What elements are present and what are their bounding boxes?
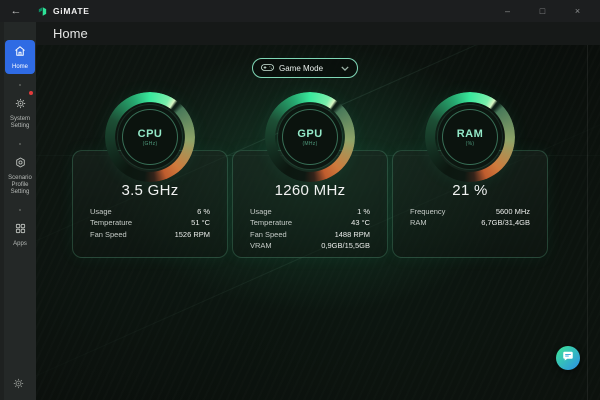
sidebar-item-home[interactable]: Home: [5, 40, 35, 74]
stat-row: Temperature 51 °C: [90, 217, 210, 228]
stat-row: Frequency 5600 MHz: [410, 206, 530, 217]
stat-value: 1 %: [357, 207, 370, 216]
mode-selector-dropdown[interactable]: Game Mode: [252, 58, 358, 78]
sidebar-item-label: Scenario Profile Setting: [8, 175, 32, 195]
maximize-button[interactable]: □: [525, 0, 560, 22]
gauge-name: CPU: [137, 127, 163, 140]
back-button[interactable]: ←: [0, 0, 32, 22]
minimize-button[interactable]: –: [490, 0, 525, 22]
chat-bubble-icon: [562, 349, 574, 367]
stat-row: Temperature 43 °C: [250, 217, 370, 228]
stat-rows: Usage 1 % Temperature 43 °C Fan Speed 1488 RP…: [250, 206, 370, 252]
gauge-unit: (MHz): [302, 140, 318, 147]
sidebar-settings-button[interactable]: [0, 376, 36, 394]
stat-label: VRAM: [250, 241, 272, 251]
cpu-gauge: CPU (GHz): [105, 92, 195, 182]
stat-row: VRAM 0,9GB/15,5GB: [250, 240, 370, 251]
gpu-gauge: GPU (MHz): [265, 92, 355, 182]
gear-icon: [15, 96, 26, 114]
sidebar-separator-dot: [19, 209, 21, 211]
ram-value: 21 %: [452, 182, 488, 199]
stat-value: 1488 RPM: [334, 229, 370, 239]
stat-value: 43 °C: [351, 218, 370, 228]
page-header: Home: [36, 22, 600, 45]
stat-label: Usage: [90, 207, 112, 216]
scrollbar-track[interactable]: [587, 45, 588, 400]
home-icon: [14, 44, 26, 62]
gpu-value: 1260 MHz: [274, 182, 346, 199]
sidebar-separator-dot: [19, 84, 21, 86]
stat-row: Usage 1 %: [250, 206, 370, 217]
apps-grid-icon: [15, 221, 26, 239]
sidebar-item-system-setting[interactable]: System Setting: [5, 91, 35, 133]
gauge-label: CPU (GHz): [122, 109, 178, 165]
dashboard: Game Mode 3.5 GHz Usage 6 % Temperature 51 …: [36, 45, 600, 400]
stat-label: Temperature: [250, 218, 293, 228]
ram-gauge: RAM (%): [425, 92, 515, 182]
app-body: Home System Setting Scenario Profile Set…: [0, 22, 600, 400]
sidebar-item-scenario-profile-setting[interactable]: Scenario Profile Setting: [5, 151, 35, 199]
cpu-value: 3.5 GHz: [121, 182, 179, 199]
stat-row: Usage 6 %: [90, 206, 210, 217]
stat-rows: Frequency 5600 MHz RAM 6,7GB/31,4GB: [410, 206, 530, 229]
chat-fab-button[interactable]: [556, 346, 580, 370]
main-content: Home Game Mode 3.5 GHz Usage 6 % Tempera…: [36, 22, 600, 400]
stat-value: 1526 RPM: [174, 229, 210, 239]
gauge-label: RAM (%): [442, 109, 498, 165]
sidebar-item-label: Home: [11, 64, 28, 70]
chevron-down-icon: [341, 65, 349, 71]
sidebar-item-label: System Setting: [9, 116, 30, 129]
page-title: Home: [53, 26, 88, 41]
scenario-gear-icon: [15, 155, 26, 173]
gauge-name: RAM: [456, 127, 484, 140]
stat-label: Fan Speed: [90, 229, 127, 239]
stat-rows: Usage 6 % Temperature 51 °C Fan Speed 1526 RP…: [90, 206, 210, 240]
stat-row: Fan Speed 1488 RPM: [250, 229, 370, 240]
gauge-label: GPU (MHz): [282, 109, 338, 165]
settings-gear-icon: [13, 376, 24, 394]
notification-badge: [29, 91, 33, 95]
mode-selector-label: Game Mode: [279, 63, 324, 73]
stat-label: Frequency: [410, 207, 446, 216]
stat-row: Fan Speed 1526 RPM: [90, 229, 210, 240]
app-window: ← GiMATE – □ × Home System Setting Scena…: [0, 0, 600, 400]
gamepad-icon: [261, 59, 274, 77]
gauge-unit: (GHz): [142, 140, 158, 147]
stat-row: RAM 6,7GB/31,4GB: [410, 217, 530, 228]
gauge-unit: (%): [465, 140, 475, 147]
stat-value: 51 °C: [191, 218, 210, 228]
titlebar: ← GiMATE – □ ×: [0, 0, 600, 22]
sidebar-separator-dot: [19, 143, 21, 145]
sidebar: Home System Setting Scenario Profile Set…: [0, 22, 36, 400]
stat-value: 6 %: [197, 207, 210, 216]
stat-label: Usage: [250, 207, 272, 216]
sidebar-item-apps[interactable]: Apps: [5, 217, 35, 251]
stat-value: 5600 MHz: [495, 207, 530, 216]
gauge-name: GPU: [297, 127, 323, 140]
stat-value: 6,7GB/31,4GB: [481, 218, 530, 228]
stat-label: Fan Speed: [250, 229, 287, 239]
stat-value: 0,9GB/15,5GB: [321, 241, 370, 251]
app-title: GiMATE: [53, 6, 90, 16]
close-button[interactable]: ×: [560, 0, 595, 22]
sidebar-item-label: Apps: [13, 241, 27, 247]
gimate-logo-icon: [37, 6, 48, 17]
stat-label: RAM: [410, 218, 427, 228]
stat-label: Temperature: [90, 218, 133, 228]
